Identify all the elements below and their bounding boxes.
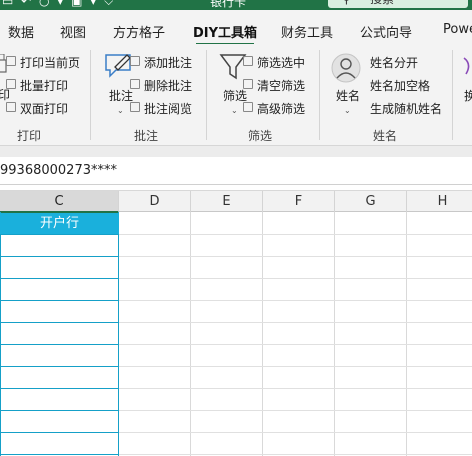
column-header-d[interactable]: D <box>119 191 191 213</box>
print-current-page[interactable]: 打印当前页 <box>20 54 80 71</box>
group-separator <box>90 50 91 140</box>
column-c-row-line <box>0 454 119 455</box>
column-header-e[interactable]: E <box>191 191 263 213</box>
name-big-button[interactable] <box>331 53 361 83</box>
tab-formula-wizard[interactable]: 公式向导 <box>360 22 412 41</box>
tab-power[interactable]: Powe <box>443 22 472 37</box>
ribbon: 印 打印当前页 批量打印 双面打印 打印 批注 ⌄ 添加批注 删除批注 批注阅览… <box>0 44 472 146</box>
advanced-filter-icon <box>243 102 253 112</box>
name-add-space[interactable]: 姓名加空格 <box>370 77 430 94</box>
next-group-label[interactable]: 换 <box>464 87 472 104</box>
filter-dropdown-icon[interactable]: ⌄ <box>231 106 238 115</box>
column-header-g[interactable]: G <box>335 191 407 213</box>
window-title: 银行卡 <box>210 0 247 9</box>
filter-selected-icon <box>243 56 253 66</box>
delete-comment-icon <box>130 79 140 89</box>
random-name[interactable]: 生成随机姓名 <box>370 100 442 117</box>
column-c-row-line <box>0 432 119 433</box>
column-c-border <box>118 212 119 456</box>
column-header-h[interactable]: H <box>407 191 472 213</box>
add-comment[interactable]: 添加批注 <box>144 54 192 71</box>
column-header-c[interactable]: C <box>0 191 119 213</box>
tab-finance-tools[interactable]: 财务工具 <box>281 22 333 41</box>
swap-icon <box>463 57 470 75</box>
group-separator <box>206 50 207 140</box>
duplex-print-icon <box>6 102 16 112</box>
name-dropdown-icon[interactable]: ⌄ <box>344 106 351 115</box>
grid-line <box>334 212 335 456</box>
print-page-icon <box>6 56 16 66</box>
tab-view[interactable]: 视图 <box>60 22 86 41</box>
view-comments[interactable]: 批注阅览 <box>144 100 192 117</box>
filter-selected[interactable]: 筛选选中 <box>257 54 305 71</box>
column-c-row-line <box>0 256 119 257</box>
column-c-row-line <box>0 322 119 323</box>
ribbon-tabs: 数据 视图 方方格子 DIY工具箱 财务工具 公式向导 Powe <box>0 10 472 46</box>
split-name[interactable]: 姓名分开 <box>370 54 418 71</box>
tab-data[interactable]: 数据 <box>8 22 34 41</box>
filter-group-label: 筛选 <box>248 129 273 143</box>
column-c-row-line <box>0 300 119 301</box>
view-comments-icon <box>130 102 140 112</box>
person-icon <box>331 53 361 83</box>
spreadsheet-grid[interactable]: C D E F G H 开户行 <box>0 190 472 456</box>
column-c-row-line <box>0 388 119 389</box>
column-c-border <box>0 212 1 456</box>
column-c-row-line <box>0 234 119 235</box>
group-separator <box>319 50 320 140</box>
clear-filter-icon <box>243 79 253 89</box>
comment-dropdown-icon[interactable]: ⌄ <box>117 106 124 115</box>
search-icon: ⚲ <box>342 0 351 8</box>
grid-line <box>406 212 407 456</box>
clear-filter[interactable]: 清空筛选 <box>257 77 305 94</box>
grid-line <box>262 212 263 456</box>
column-c-row-line <box>0 410 119 411</box>
batch-print[interactable]: 批量打印 <box>20 77 68 94</box>
name-big-label: 姓名 <box>336 89 361 103</box>
duplex-print[interactable]: 双面打印 <box>20 100 68 117</box>
batch-print-icon <box>6 79 16 89</box>
ribbon-gap <box>0 146 472 157</box>
search-box[interactable]: ⚲ 搜索 <box>328 0 468 8</box>
tab-diy-toolbox[interactable]: DIY工具箱 <box>193 22 257 41</box>
print-group-label: 打印 <box>17 129 42 143</box>
bank-header-cell[interactable]: 开户行 <box>0 213 119 234</box>
quick-access-icons[interactable]: ▭ ↶ ○ ▾ ▣ ▾ ⌵ <box>2 0 115 9</box>
title-bar: ▭ ↶ ○ ▾ ▣ ▾ ⌵ 银行卡 ⚲ 搜索 <box>0 0 472 10</box>
advanced-filter[interactable]: 高级筛选 <box>257 100 305 117</box>
column-header-row: C D E F G H <box>0 190 472 213</box>
column-c-row-line <box>0 344 119 345</box>
formula-value[interactable]: 99368000273**** <box>0 163 117 178</box>
search-label: 搜索 <box>370 0 394 6</box>
formula-bar[interactable]: 99368000273**** <box>0 157 472 185</box>
column-c-row-line <box>0 278 119 279</box>
group-separator <box>452 50 453 140</box>
name-group-label: 姓名 <box>373 129 398 143</box>
grid-line <box>190 212 191 456</box>
tab-ffcell[interactable]: 方方格子 <box>113 22 165 41</box>
column-header-f[interactable]: F <box>263 191 335 213</box>
add-comment-icon <box>130 56 140 66</box>
column-c-row-line <box>0 366 119 367</box>
comment-group-label: 批注 <box>134 129 159 143</box>
delete-comment[interactable]: 删除批注 <box>144 77 192 94</box>
